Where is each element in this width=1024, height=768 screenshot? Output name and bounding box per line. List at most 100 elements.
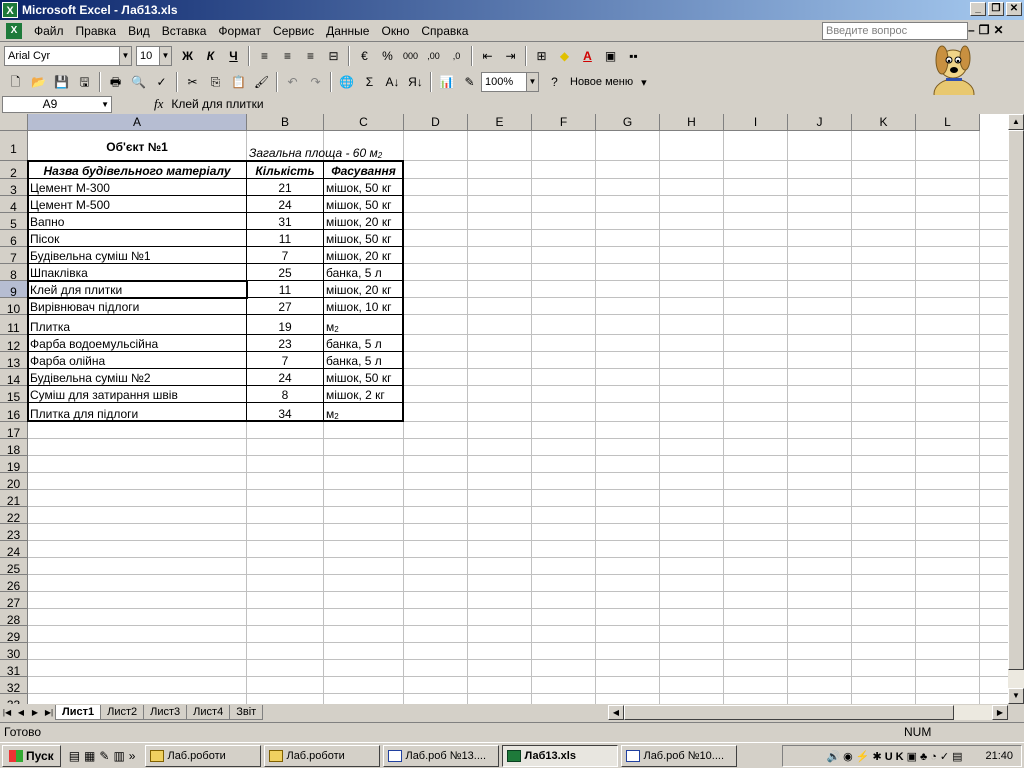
select-all-corner[interactable] <box>0 114 28 131</box>
scroll-down-icon[interactable]: ▼ <box>1008 688 1024 704</box>
row-header-6[interactable]: 6 <box>0 230 28 248</box>
cell-quantity[interactable]: 7 <box>247 247 323 263</box>
row-header-3[interactable]: 3 <box>0 179 28 197</box>
horizontal-scroll-thumb[interactable] <box>624 705 954 720</box>
format-icon[interactable]: ▣ <box>599 45 622 67</box>
prev-sheet-icon[interactable]: ◀ <box>14 708 28 717</box>
cell-packaging[interactable]: мішок, 10 кг <box>324 298 403 314</box>
cell-material-name[interactable]: Вапно <box>28 213 246 229</box>
sort-ascending-icon[interactable]: A↓ <box>381 71 404 93</box>
row-header-4[interactable]: 4 <box>0 196 28 214</box>
restore-button[interactable]: ❐ <box>988 2 1004 16</box>
cell-packaging[interactable]: банка, 5 л <box>324 335 403 351</box>
spelling-icon[interactable]: ✓ <box>150 71 173 93</box>
chart-wizard-icon[interactable]: 📊 <box>435 71 458 93</box>
chevron-down-icon[interactable]: ▼ <box>101 97 109 112</box>
cell-quantity[interactable]: 31 <box>247 213 323 229</box>
row-header-29[interactable]: 29 <box>0 626 28 644</box>
italic-button[interactable]: К <box>199 45 222 67</box>
help-icon[interactable]: ? <box>543 71 566 93</box>
cell-packaging[interactable]: м2 <box>324 403 403 421</box>
copy-icon[interactable]: ⎘ <box>204 71 227 93</box>
column-header-c[interactable]: C <box>324 114 404 131</box>
column-header-f[interactable]: F <box>532 114 596 131</box>
sheet-tab-report[interactable]: Звіт <box>229 705 264 720</box>
cell-quantity[interactable]: 23 <box>247 335 323 351</box>
cell-header-2[interactable]: Кількість <box>247 161 323 178</box>
row-header-30[interactable]: 30 <box>0 643 28 661</box>
font-size-select[interactable]: 10 ▼ <box>136 46 172 66</box>
taskbar-button-folder-2[interactable]: Лаб.роботи <box>264 744 381 767</box>
cell-packaging[interactable]: мішок, 20 кг <box>324 281 403 297</box>
row-header-1[interactable]: 1 <box>0 131 28 161</box>
last-sheet-icon[interactable]: ▶| <box>42 708 56 717</box>
row-header-2[interactable]: 2 <box>0 161 28 180</box>
align-center-icon[interactable]: ≡ <box>276 45 299 67</box>
cell-material-name[interactable]: Клей для плитки <box>28 281 246 297</box>
row-header-15[interactable]: 15 <box>0 386 28 404</box>
cell-packaging[interactable]: банка, 5 л <box>324 352 403 368</box>
column-header-j[interactable]: J <box>788 114 852 131</box>
column-header-k[interactable]: K <box>852 114 916 131</box>
quick-launch-app-icon[interactable]: ▥ <box>113 749 124 763</box>
row-header-32[interactable]: 32 <box>0 677 28 695</box>
close-button[interactable]: ✕ <box>1006 2 1022 16</box>
vertical-scrollbar[interactable]: ▲ ▼ <box>1008 114 1024 704</box>
cell-header-1[interactable]: Назва будівельного матеріалу <box>28 161 246 178</box>
row-header-26[interactable]: 26 <box>0 575 28 593</box>
fx-icon[interactable]: fx <box>154 96 163 112</box>
taskbar-button-folder-1[interactable]: Лаб.роботи <box>145 744 262 767</box>
cell-quantity[interactable]: 7 <box>247 352 323 368</box>
row-header-25[interactable]: 25 <box>0 558 28 576</box>
autosum-icon[interactable]: Σ <box>358 71 381 93</box>
cell-material-name[interactable]: Шпаклівка <box>28 264 246 280</box>
cell-quantity[interactable]: 8 <box>247 386 323 402</box>
cell-title[interactable]: Об'єкт №1 <box>28 131 246 160</box>
cell-material-name[interactable]: Плитка <box>28 315 246 334</box>
scroll-left-icon[interactable]: ◀ <box>608 705 624 720</box>
sheet-tab-3[interactable]: Лист3 <box>143 705 188 720</box>
fill-color-icon[interactable]: ◆ <box>553 45 576 67</box>
language-indicator[interactable]: UK <box>885 751 907 763</box>
new-icon[interactable]: 🗋 <box>4 71 27 93</box>
menu-file[interactable]: Файл <box>28 24 70 38</box>
thousands-icon[interactable]: 000 <box>399 45 422 67</box>
menu-data[interactable]: Данные <box>320 24 375 38</box>
row-header-10[interactable]: 10 <box>0 298 28 316</box>
hyperlink-icon[interactable]: 🌐 <box>335 71 358 93</box>
row-header-18[interactable]: 18 <box>0 439 28 457</box>
align-right-icon[interactable]: ≡ <box>299 45 322 67</box>
cell-quantity[interactable]: 24 <box>247 196 323 212</box>
row-header-16[interactable]: 16 <box>0 403 28 422</box>
cut-icon[interactable]: ✂ <box>181 71 204 93</box>
row-header-12[interactable]: 12 <box>0 335 28 353</box>
column-header-a[interactable]: A <box>28 114 247 131</box>
cell-material-name[interactable]: Пісок <box>28 230 246 246</box>
row-header-21[interactable]: 21 <box>0 490 28 508</box>
merge-center-icon[interactable]: ⊟ <box>322 45 345 67</box>
taskbar-button-word-1[interactable]: Лаб.роб №13.... <box>383 744 500 767</box>
save-icon[interactable]: 💾 <box>50 71 73 93</box>
cell-area-label[interactable]: Загальна площа - 60 м2 <box>247 131 424 160</box>
menu-view[interactable]: Вид <box>122 24 156 38</box>
borders-icon[interactable]: ⊞ <box>530 45 553 67</box>
sort-descending-icon[interactable]: Я↓ <box>404 71 427 93</box>
cell-material-name[interactable]: Вирівнювач підлоги <box>28 298 246 314</box>
first-sheet-icon[interactable]: |◀ <box>0 708 14 717</box>
row-header-17[interactable]: 17 <box>0 422 28 440</box>
cell-material-name[interactable]: Суміш для затирання швів <box>28 386 246 402</box>
menu-help[interactable]: Справка <box>415 24 474 38</box>
workbook-close-button[interactable]: ✕ <box>993 23 1003 37</box>
new-menu-button[interactable]: Новое меню <box>566 76 637 88</box>
row-header-7[interactable]: 7 <box>0 247 28 265</box>
menu-insert[interactable]: Вставка <box>156 24 213 38</box>
cell-quantity[interactable]: 25 <box>247 264 323 280</box>
column-header-d[interactable]: D <box>404 114 468 131</box>
underline-button[interactable]: Ч <box>222 45 245 67</box>
row-header-11[interactable]: 11 <box>0 315 28 335</box>
cell-material-name[interactable]: Фарба олійна <box>28 352 246 368</box>
toolbar-options-icon[interactable]: ▪▪ <box>622 45 645 67</box>
next-sheet-icon[interactable]: ▶ <box>28 708 42 717</box>
column-header-g[interactable]: G <box>596 114 660 131</box>
menu-tools[interactable]: Сервис <box>267 24 320 38</box>
